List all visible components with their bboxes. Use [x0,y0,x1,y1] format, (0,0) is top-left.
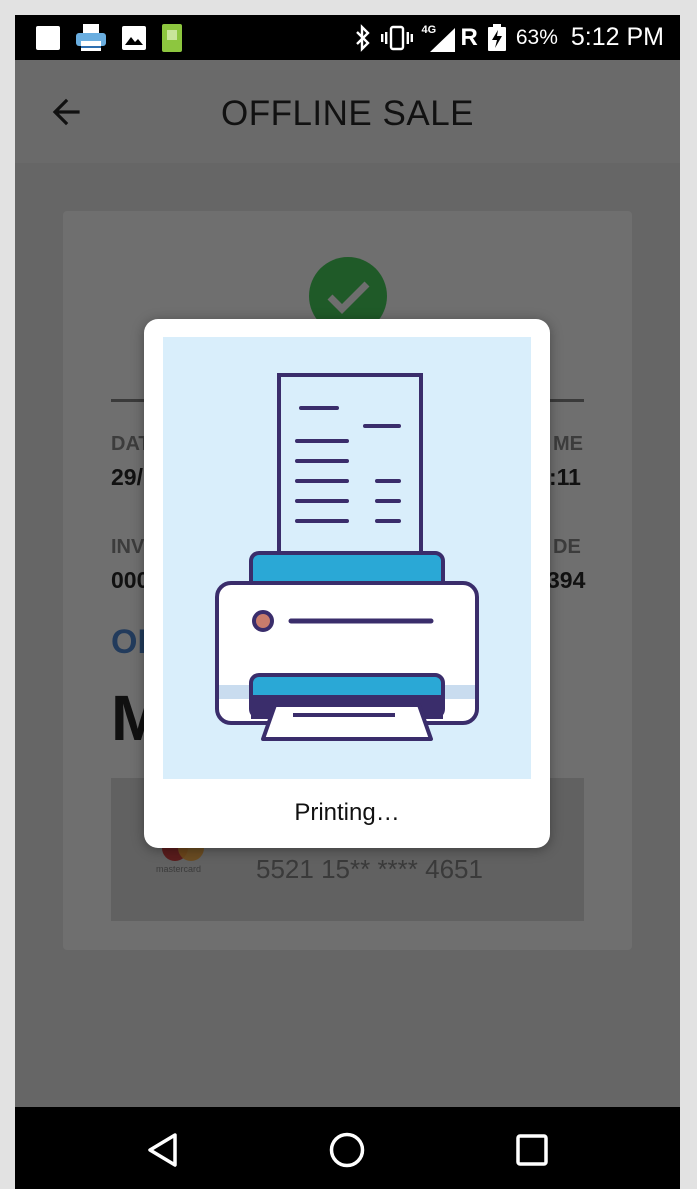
back-triangle-icon[interactable] [143,1130,183,1170]
navigation-bar [15,1107,680,1189]
status-bar: 4G R 63% 5:12 PM [15,15,680,60]
date-value: 29/ [111,464,143,490]
home-circle-icon[interactable] [327,1130,367,1170]
battery-percent: 63% [515,25,558,49]
transaction-type: OI [111,623,147,661]
recents-square-icon[interactable] [512,1130,552,1170]
app-notification-icon [162,24,182,52]
page-title: OFFLINE SALE [220,94,475,133]
roaming-label: R [460,23,478,51]
card-brand-label: mastercard [156,864,202,874]
printer-notification-icon [76,24,106,51]
clock: 5:12 PM [570,23,664,51]
notification-square-icon [36,26,60,50]
invoice-label: INV [111,536,145,558]
code-label: DE [553,536,581,558]
card-number: 5521 15** **** 4651 [256,854,483,884]
image-notification-icon [122,26,146,50]
printing-dialog: Printing… [144,319,550,848]
vibrate-icon [380,25,413,50]
time-value: :11 [549,464,581,490]
status-notifications [35,23,183,53]
phone-screen: 4G R 63% 5:12 PM OFFLINE SALE DAT 29/ ME… [15,15,680,1189]
printer-illustration [163,337,531,779]
printing-message: Printing… [294,799,400,826]
status-system: 4G R 63% 5:12 PM [354,15,664,60]
time-label: ME [553,433,583,455]
code-value: 394 [547,567,586,593]
printer-printing-receipt-icon [215,373,479,741]
battery-charging-icon [487,23,506,51]
signal-icon [429,27,455,52]
bluetooth-icon [355,23,370,52]
signal-indicator: 4G [422,23,458,53]
app-bar: OFFLINE SALE [15,60,680,163]
